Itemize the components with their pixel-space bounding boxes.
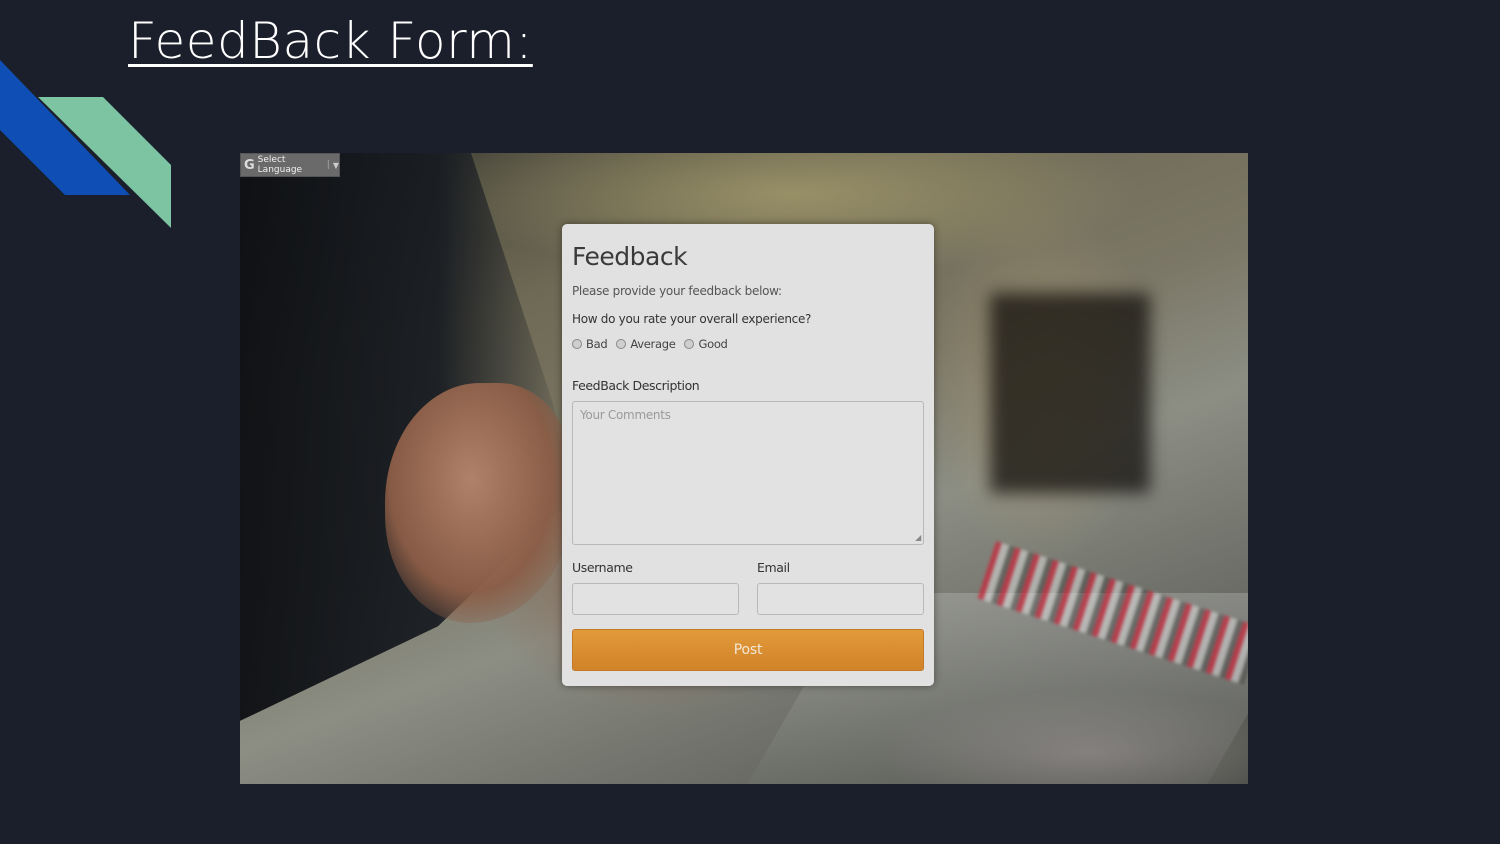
rating-option-average[interactable]: Average [616,337,676,351]
embedded-screenshot: G Select Language | ▼ Feedback Please pr… [240,153,1248,784]
post-button[interactable]: Post [572,629,924,671]
radio-button[interactable] [572,339,582,349]
radio-label: Good [698,337,728,351]
rating-question: How do you rate your overall experience? [572,312,812,326]
username-label: Username [572,560,633,575]
description-placeholder: Your Comments [580,408,671,422]
divider: | [326,160,330,170]
rating-option-bad[interactable]: Bad [572,337,608,351]
radio-button[interactable] [616,339,627,349]
username-field[interactable] [572,583,739,615]
rating-radio-group: Bad Average Good [572,337,728,351]
radio-button[interactable] [684,339,695,349]
select-language-dropdown[interactable]: G Select Language | ▼ [240,153,340,177]
background-shadow [990,293,1150,493]
select-language-label: Select Language [257,155,303,175]
slide: FeedBack Form: G Select Language | ▼ Fee… [0,0,1500,844]
form-title: Feedback [572,242,688,271]
description-textarea[interactable]: Your Comments ◢ [572,401,924,545]
resize-handle-icon[interactable]: ◢ [915,533,921,542]
radio-label: Bad [586,337,608,351]
description-label: FeedBack Description [572,378,700,393]
slide-title: FeedBack Form: [128,12,533,70]
decorative-stripes [0,60,171,228]
feedback-card: Feedback Please provide your feedback be… [562,224,934,686]
rating-option-good[interactable]: Good [684,337,728,351]
email-field[interactable] [757,583,924,615]
chevron-down-icon: ▼ [332,160,339,170]
radio-label: Average [630,337,676,351]
google-icon: G [244,157,255,173]
form-subtitle: Please provide your feedback below: [572,284,782,298]
email-label: Email [757,560,790,575]
background-hand [385,383,575,623]
